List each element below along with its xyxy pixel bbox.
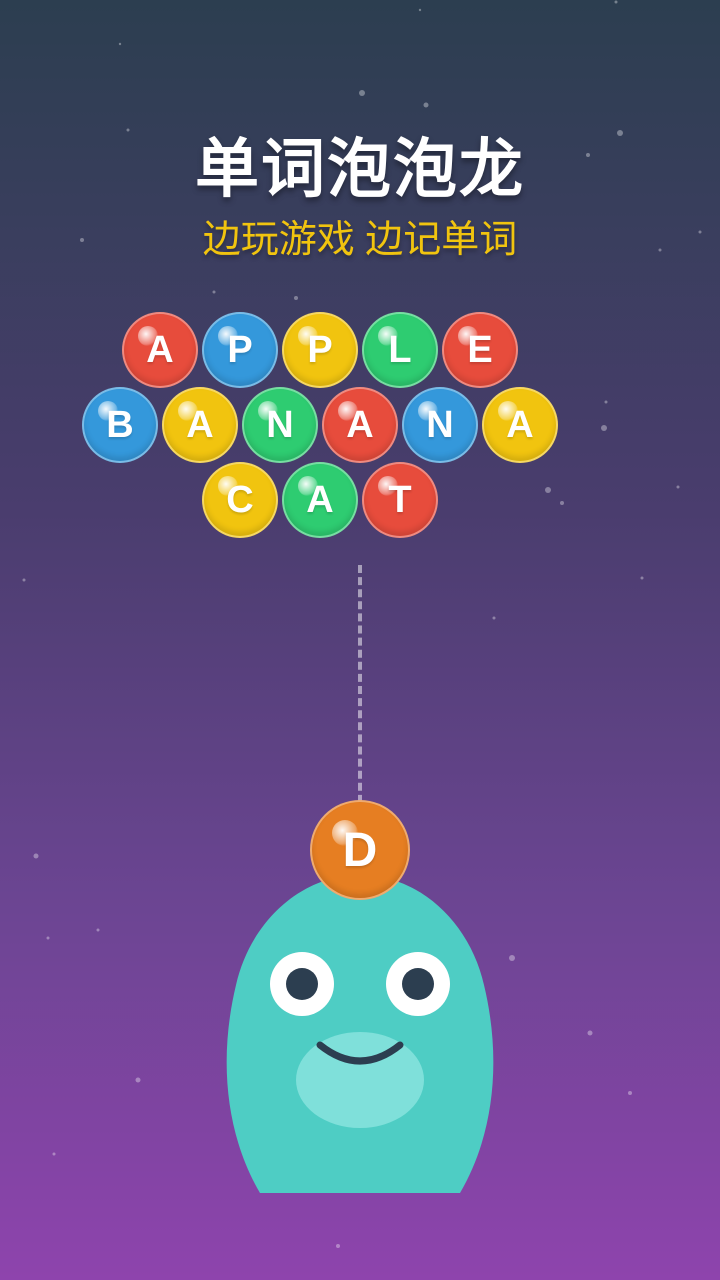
letter-bubble: N [402, 387, 478, 463]
bubble-letter: N [266, 403, 294, 446]
bubble-letter: A [186, 403, 214, 446]
letter-bubble: A [282, 462, 358, 538]
bubble-letter: T [388, 478, 412, 521]
letter-bubble: L [362, 312, 438, 388]
bubble-letter: A [346, 403, 374, 446]
bubble-letter: P [227, 328, 253, 371]
bubble-letter: L [388, 328, 412, 371]
bubble-letter: A [306, 478, 334, 521]
bubble-letter: N [426, 403, 454, 446]
letter-bubble: C [202, 462, 278, 538]
letter-bubble: P [202, 312, 278, 388]
letter-bubble: T [362, 462, 438, 538]
letter-bubble: E [442, 312, 518, 388]
shooter-letter: D [342, 823, 378, 877]
bubble-letter: A [506, 403, 534, 446]
bubble-letter: A [146, 328, 174, 371]
letter-bubble: P [282, 312, 358, 388]
letter-bubble: B [82, 387, 158, 463]
aim-guide-line [358, 565, 362, 815]
green-blob-monster-icon [226, 875, 494, 1193]
shooter-bubble[interactable]: D [310, 800, 410, 900]
letter-bubble: A [322, 387, 398, 463]
letter-bubble: N [242, 387, 318, 463]
bubble-letter: P [307, 328, 333, 371]
bubble-letter: E [467, 328, 493, 371]
game-title: 单词泡泡龙 [195, 133, 525, 205]
letter-bubble: A [482, 387, 558, 463]
bubble-letter: B [106, 403, 134, 446]
letter-bubble: A [162, 387, 238, 463]
bubble-letter: C [226, 478, 254, 521]
letter-bubble: A [122, 312, 198, 388]
game-subtitle: 边玩游戏 边记单词 [202, 219, 518, 261]
